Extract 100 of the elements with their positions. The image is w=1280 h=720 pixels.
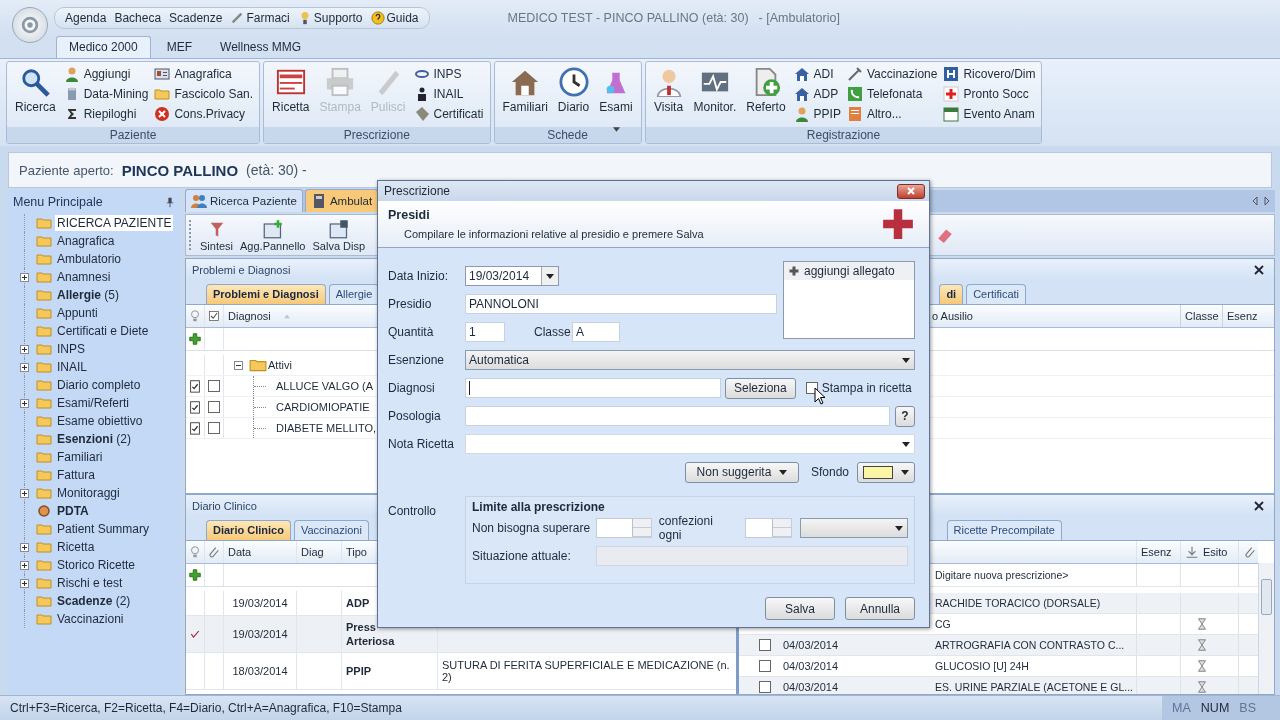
ribbon-button[interactable]: Certificati	[413, 106, 484, 122]
ribbon-button[interactable]: Data-Mining	[63, 86, 149, 102]
column-header[interactable]: Diagnosi	[228, 310, 271, 322]
date-field[interactable]: 19/03/2014	[465, 266, 559, 286]
column-header[interactable]: Tipo	[346, 546, 367, 558]
document-tab[interactable]: Ricerca Paziente	[185, 189, 303, 212]
dropdown-button[interactable]: Non suggerita	[684, 461, 799, 483]
ribbon-button[interactable]: Visita	[651, 64, 686, 124]
dropdown[interactable]: Automatica	[465, 350, 915, 370]
tree-item[interactable]: PDTA	[55, 503, 91, 519]
input-field[interactable]: 1	[465, 322, 505, 342]
ribbon-button[interactable]: Cons.Privacy	[154, 106, 254, 122]
ribbon-button[interactable]: Referto	[744, 64, 788, 124]
table-cell: 04/03/2014	[783, 639, 839, 651]
tree-item[interactable]: Esenzioni (2)	[55, 431, 133, 447]
ribbon-button[interactable]: Telefonata	[846, 86, 938, 102]
tab[interactable]: Problemi e Diagnosi	[206, 284, 326, 304]
tab[interactable]: Certificati	[966, 284, 1026, 304]
dialog-button[interactable]: Annulla	[845, 597, 915, 620]
tree-item[interactable]: RICERCA PAZIENTE	[55, 215, 174, 231]
new-prescription-field[interactable]: Digitare nuova prescrizione>	[935, 569, 1069, 581]
toolbar-button[interactable]: Sintesi	[200, 218, 234, 252]
key-indicator: NUM	[1200, 701, 1230, 715]
checkbox-label[interactable]: Stampa in ricetta	[821, 381, 912, 395]
tree-item[interactable]: Vaccinazioni	[55, 611, 126, 627]
ribbon-button[interactable]: PPIP	[793, 106, 841, 122]
ribbon-button[interactable]: Pronto Socc	[943, 86, 1036, 102]
ribbon-button[interactable]: Monitor.	[691, 64, 739, 124]
table-cell: 19/03/2014	[232, 597, 288, 609]
group-label: Schede	[494, 127, 641, 143]
ribbon-button[interactable]: Vaccinazione	[846, 66, 938, 82]
tree-item[interactable]: Esame obiettivo	[55, 413, 145, 429]
ribbon-button[interactable]: Anagrafica	[154, 66, 254, 82]
tab[interactable]: Ricette Precompilate	[946, 520, 1062, 540]
ribbon-button[interactable]: Evento Anam	[943, 106, 1036, 122]
ribbon-button[interactable]: ADP	[793, 86, 841, 102]
select-button[interactable]: Seleziona	[725, 377, 796, 399]
tree-item[interactable]: Esami/Referti	[55, 395, 132, 411]
add-attachment-button[interactable]: aggiungi allegato	[784, 262, 914, 280]
field-label: Classe	[534, 325, 572, 339]
ribbon-tab[interactable]: MEF	[154, 37, 205, 58]
tab[interactable]: Allergie	[328, 284, 380, 304]
tree-item[interactable]: INPS	[55, 341, 87, 357]
column-header[interactable]: Data	[228, 546, 252, 558]
table-cell: DIABETE MELLITO,	[276, 422, 377, 434]
tree-item[interactable]: INAIL	[55, 359, 89, 375]
tree-item[interactable]: Patient Summary	[55, 521, 152, 537]
tab[interactable]: Vaccinazioni	[293, 520, 369, 540]
tree-item[interactable]: Certificati e Diete	[55, 323, 151, 339]
ribbon-button[interactable]: Riepiloghi	[63, 106, 149, 122]
ribbon-button[interactable]: ADI	[793, 66, 841, 82]
tab[interactable]: Diario Clinico	[206, 520, 291, 540]
column-header[interactable]: o Ausilio	[932, 310, 973, 322]
menu-item[interactable]: Agenda	[65, 11, 107, 25]
patient-name: PINCO PALLINO	[121, 161, 239, 179]
ribbon-button[interactable]: Ricetta	[270, 64, 312, 124]
ribbon-button[interactable]: Ricovero/Dim	[943, 66, 1036, 82]
tree-item[interactable]: Appunti	[55, 305, 100, 321]
tree-item[interactable]: Scadenze (2)	[55, 593, 133, 609]
column-header[interactable]: Diag	[301, 546, 324, 558]
tree-item[interactable]: Anamnesi	[55, 269, 113, 285]
menu-item[interactable]: Scadenze	[169, 11, 223, 25]
ribbon-button[interactable]: Diario	[555, 64, 592, 124]
ribbon-button[interactable]: Fascicolo San.	[154, 86, 254, 102]
ribbon-button[interactable]: INAIL	[413, 86, 484, 102]
tree-item[interactable]: Rischi e test	[55, 575, 125, 591]
ribbon-button[interactable]: INPS	[413, 66, 484, 82]
help-button[interactable]: ?	[895, 405, 915, 427]
ribbon-tab[interactable]: Wellness MMG	[208, 37, 314, 58]
tree-item[interactable]: Monitoraggi	[55, 485, 122, 501]
ribbon-button[interactable]: Ricerca	[13, 64, 58, 124]
ribbon-tab[interactable]: Medico 2000	[56, 36, 151, 58]
tree-item[interactable]: Anagrafica	[55, 233, 117, 249]
ribbon-button[interactable]: Aggiungi	[63, 66, 149, 82]
column-header[interactable]: Esenz	[1141, 546, 1172, 558]
input-field[interactable]: A	[572, 322, 620, 342]
column-header[interactable]: Esito	[1203, 546, 1228, 558]
tree-item[interactable]: Ricetta	[55, 539, 97, 555]
tree-item[interactable]: Fattura	[55, 467, 97, 483]
toolbar-button[interactable]: Agg.Pannello	[240, 218, 306, 252]
tree-item[interactable]: Diario completo	[55, 377, 143, 393]
document-tab[interactable]: Ambulat	[304, 189, 379, 212]
menu-item[interactable]: Bacheca	[114, 11, 162, 25]
table-cell: PPIP	[346, 664, 372, 678]
toolbar-button[interactable]: Salva Disp	[312, 218, 366, 252]
tree-item[interactable]: Ambulatorio	[55, 251, 124, 267]
tab[interactable]: di	[939, 284, 964, 304]
dialog-button[interactable]: Salva	[765, 597, 835, 620]
column-header[interactable]: Classe	[1185, 310, 1219, 322]
column-header[interactable]: Esenz	[1227, 310, 1258, 322]
menu-item[interactable]: Farmaci	[230, 11, 290, 25]
tree-item[interactable]: Familiari	[55, 449, 105, 465]
menu-item[interactable]: Supporto	[297, 11, 363, 25]
tree-item[interactable]: Allergie (5)	[55, 287, 121, 303]
input-field[interactable]: PANNOLONI	[465, 294, 777, 314]
dialog-title: Prescrizione	[384, 184, 451, 198]
ribbon-button[interactable]: Altro...	[846, 106, 938, 122]
tree-item[interactable]: Storico Ricette	[55, 557, 138, 573]
ribbon-button[interactable]: Familiari	[500, 64, 550, 124]
menu-item[interactable]: Guida	[370, 11, 419, 25]
